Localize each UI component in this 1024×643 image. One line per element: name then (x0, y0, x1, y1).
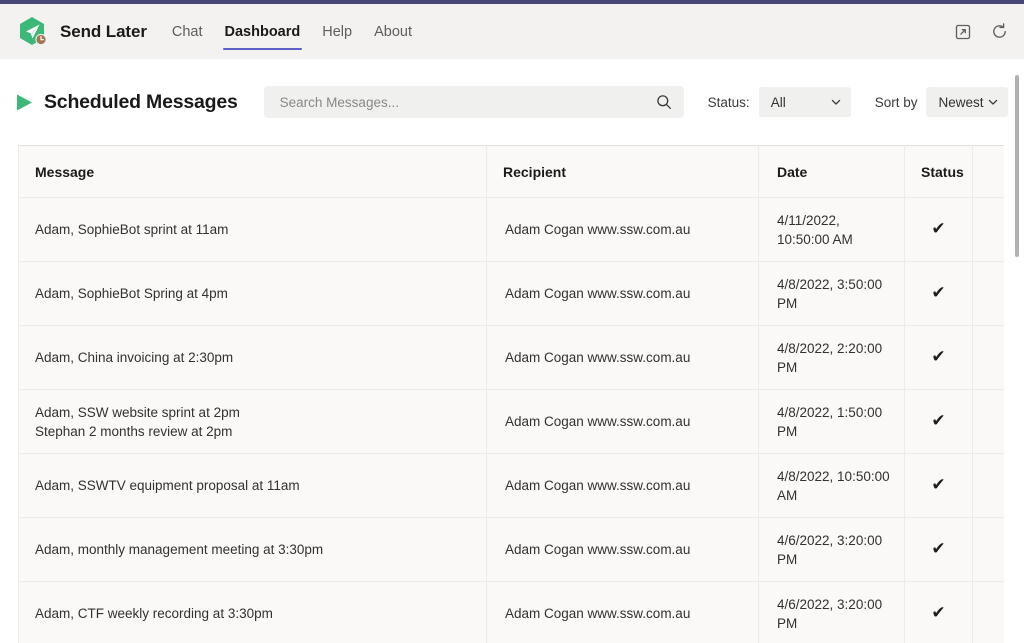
nav-item-dashboard[interactable]: Dashboard (214, 4, 312, 59)
chevron-down-icon (987, 96, 999, 108)
message-line: Stephan 2 months review at 2pm (35, 423, 233, 439)
cell-date: 4/6/2022, 3:20:00 PM (758, 517, 905, 582)
cell-actions[interactable] (972, 517, 1004, 582)
cell-recipient: Adam Cogan www.ssw.com.au (486, 261, 759, 326)
message-line: Adam, SSW website sprint at 2pm (35, 404, 240, 420)
cell-status: ✔ (904, 389, 973, 454)
scrollbar-thumb[interactable] (1015, 75, 1019, 257)
cell-recipient: Adam Cogan www.ssw.com.au (486, 197, 759, 262)
sort-filter-group: Sort by Newest (875, 87, 1009, 117)
cell-status: ✔ (904, 581, 973, 643)
check-icon: ✔ (931, 283, 946, 302)
cell-actions[interactable] (972, 261, 1004, 326)
table-row[interactable]: Adam, CTF weekly recording at 3:30pm Adam… (18, 581, 1004, 643)
message-line: Adam, SSWTV equipment proposal at 11am (35, 478, 300, 493)
search-icon[interactable] (656, 94, 672, 110)
search-input[interactable] (277, 93, 656, 111)
check-icon: ✔ (931, 347, 946, 366)
nav-item-about[interactable]: About (363, 4, 423, 59)
column-header-recipient[interactable]: Recipient (486, 145, 759, 198)
column-header-date[interactable]: Date (758, 145, 905, 198)
page-title: Scheduled Messages (44, 90, 238, 113)
table-header-row: Message Recipient Date Status (18, 145, 1004, 198)
cell-message: Adam, SophieBot Spring at 4pm (18, 261, 487, 326)
table-row[interactable]: Adam, China invoicing at 2:30pm Adam Coga… (18, 325, 1004, 390)
cell-actions[interactable] (972, 581, 1004, 643)
table-body: Adam, SophieBot sprint at 11am Adam Cogan… (18, 197, 1004, 643)
messages-table-container: Message Recipient Date Status Adam, Soph… (18, 145, 1004, 643)
cell-actions[interactable] (972, 197, 1004, 262)
brand-name: Send Later (60, 21, 147, 41)
cell-message: Adam, China invoicing at 2:30pm (18, 325, 487, 390)
message-line: Adam, China invoicing at 2:30pm (35, 350, 234, 365)
table-row[interactable]: Adam, SSW website sprint at 2pm Stephan 2… (18, 389, 1004, 454)
cell-message: Adam, monthly management meeting at 3:30… (18, 517, 487, 582)
table-row[interactable]: Adam, monthly management meeting at 3:30… (18, 517, 1004, 582)
cell-message: Adam, SophieBot sprint at 11am (18, 197, 487, 262)
cell-recipient: Adam Cogan www.ssw.com.au (486, 517, 759, 582)
brand: Send Later (16, 15, 147, 49)
cell-date: 4/11/2022, 10:50:00 AM (758, 197, 905, 262)
cell-date: 4/8/2022, 3:50:00 PM (758, 261, 905, 326)
search-box[interactable] (263, 86, 684, 118)
sort-filter-label: Sort by (874, 94, 918, 110)
cell-date: 4/8/2022, 2:20:00 PM (758, 325, 905, 390)
table-row[interactable]: Adam, SophieBot Spring at 4pm Adam Cogan … (18, 261, 1004, 326)
header-actions (952, 21, 1010, 43)
app-header: Send Later Chat Dashboard Help About (0, 4, 1024, 59)
vertical-scrollbar[interactable] (1010, 59, 1024, 643)
cell-status: ✔ (904, 197, 973, 262)
nav-item-help[interactable]: Help (311, 4, 363, 59)
sort-filter-select[interactable]: Newest (926, 87, 1009, 117)
cell-recipient: Adam Cogan www.ssw.com.au (486, 389, 759, 454)
check-icon: ✔ (931, 603, 946, 622)
cell-status: ✔ (904, 261, 973, 326)
check-icon: ✔ (931, 539, 946, 558)
toolbar: Scheduled Messages Status: All Sort by N… (0, 59, 1024, 145)
cell-status: ✔ (904, 453, 973, 518)
table-row[interactable]: Adam, SSWTV equipment proposal at 11am Ad… (18, 453, 1004, 518)
message-line: Adam, CTF weekly recording at 3:30pm (35, 606, 273, 621)
cell-recipient: Adam Cogan www.ssw.com.au (486, 453, 759, 518)
cell-message: Adam, SSW website sprint at 2pm Stephan 2… (18, 389, 487, 454)
scheduled-messages-table: Message Recipient Date Status Adam, Soph… (18, 145, 1004, 643)
cell-actions[interactable] (972, 325, 1004, 390)
chevron-down-icon (830, 96, 842, 108)
cell-message: Adam, CTF weekly recording at 3:30pm (18, 581, 487, 643)
nav-item-chat[interactable]: Chat (161, 4, 214, 59)
table-header: Message Recipient Date Status (18, 145, 1004, 198)
cell-status: ✔ (904, 325, 973, 390)
column-header-status[interactable]: Status (904, 145, 973, 198)
message-line: Adam, SophieBot Spring at 4pm (35, 286, 228, 301)
cell-date: 4/6/2022, 3:20:00 PM (758, 581, 905, 643)
send-later-logo-icon (16, 15, 50, 49)
check-icon: ✔ (931, 411, 946, 430)
table-row[interactable]: Adam, SophieBot sprint at 11am Adam Cogan… (18, 197, 1004, 262)
cell-recipient: Adam Cogan www.ssw.com.au (486, 581, 759, 643)
message-line: Adam, SophieBot sprint at 11am (35, 222, 229, 237)
column-header-actions (972, 145, 1004, 198)
page-title-group: Scheduled Messages (16, 91, 238, 114)
sort-filter-value: Newest (938, 94, 984, 110)
cell-status: ✔ (904, 517, 973, 582)
status-filter-select[interactable]: All (758, 87, 851, 117)
cell-actions[interactable] (972, 453, 1004, 518)
status-filter-label: Status: (707, 94, 750, 110)
refresh-icon[interactable] (988, 21, 1010, 43)
check-icon: ✔ (931, 219, 946, 238)
main-nav: Chat Dashboard Help About (161, 4, 423, 59)
message-line: Adam, monthly management meeting at 3:30… (35, 542, 324, 557)
status-filter-group: Status: All (708, 87, 851, 117)
cell-message: Adam, SSWTV equipment proposal at 11am (18, 453, 487, 518)
cell-date: 4/8/2022, 1:50:00 PM (758, 389, 905, 454)
popout-icon[interactable] (952, 21, 974, 43)
status-filter-value: All (770, 94, 786, 110)
cell-actions[interactable] (972, 389, 1004, 454)
send-arrow-icon (16, 93, 33, 112)
cell-recipient: Adam Cogan www.ssw.com.au (486, 325, 759, 390)
column-header-message[interactable]: Message (18, 145, 487, 198)
check-icon: ✔ (931, 475, 946, 494)
cell-date: 4/8/2022, 10:50:00 AM (758, 453, 905, 518)
